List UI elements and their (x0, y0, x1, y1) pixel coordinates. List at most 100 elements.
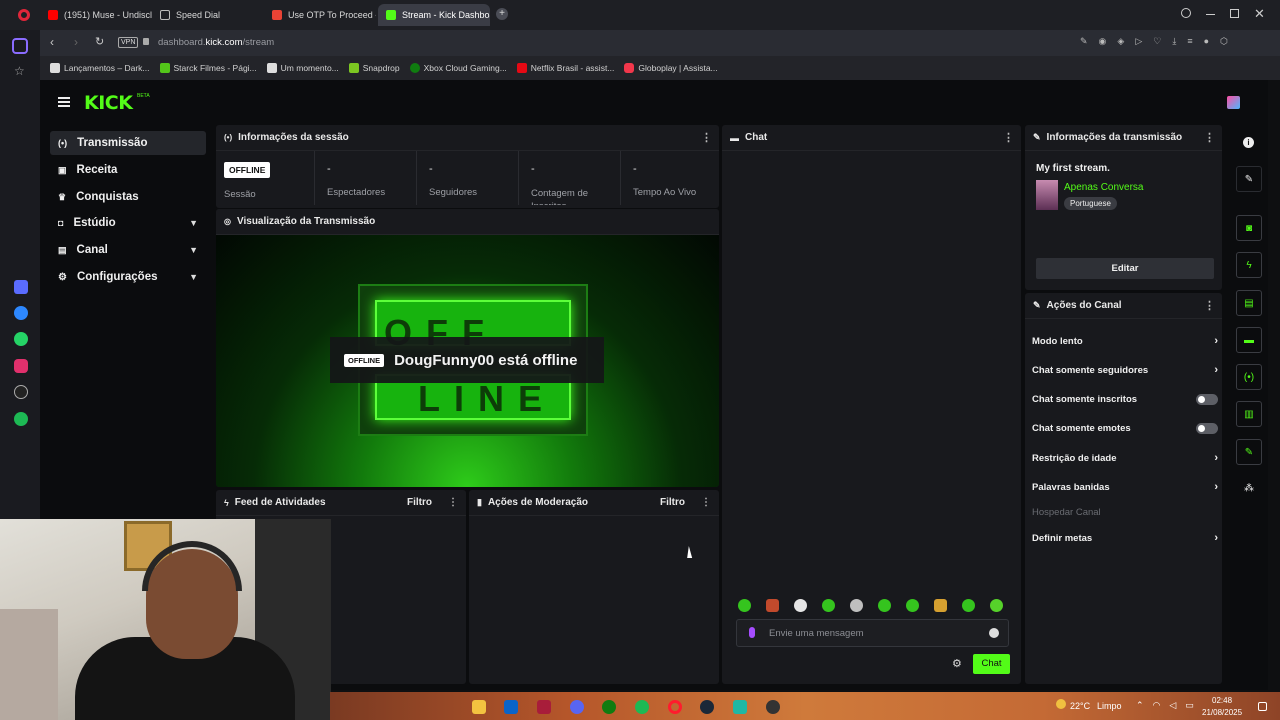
action-modo-lento[interactable]: Modo lento › (1032, 335, 1218, 347)
tab-gmail[interactable]: Use OTP To Proceed - do (264, 4, 376, 26)
layout-button[interactable]: ▥ (1236, 401, 1262, 427)
chat-button[interactable]: ▬ (1236, 327, 1262, 353)
toggle-switch[interactable] (1196, 394, 1218, 405)
action-definir-metas[interactable]: Definir metas › (1032, 532, 1218, 544)
nav-conquistas[interactable]: ♛ Conquistas (50, 185, 206, 209)
url-field[interactable]: dashboard.kick.com/stream (158, 37, 274, 48)
spotify-icon[interactable] (14, 412, 28, 426)
emote-icon[interactable] (738, 599, 751, 612)
edit-button[interactable]: Editar (1036, 258, 1214, 279)
heart-icon[interactable]: ♡ (1153, 36, 1161, 47)
emote-icon[interactable] (962, 599, 975, 612)
emote-icon[interactable] (906, 599, 919, 612)
edit-icon[interactable]: ✎ (1080, 36, 1088, 47)
bookmark-item[interactable]: Globoplay | Assista... (624, 63, 718, 73)
action-palavras-banidas[interactable]: Palavras banidas › (1032, 481, 1218, 493)
category-link[interactable]: Apenas Conversa (1064, 182, 1144, 193)
chat-input[interactable]: Envie uma mensagem (736, 619, 1009, 647)
notes-button[interactable]: ▤ (1236, 290, 1262, 316)
file-explorer-icon[interactable] (472, 700, 486, 714)
user-avatar[interactable] (1227, 96, 1240, 109)
opera-logo-icon[interactable] (18, 9, 30, 21)
volume-icon[interactable]: ◁ (1169, 700, 1176, 711)
tab-youtube[interactable]: (1951) Muse - Undisclosed (40, 4, 152, 26)
maximize-button[interactable] (1230, 9, 1239, 18)
emote-icon[interactable] (850, 599, 863, 612)
new-tab-button[interactable]: + (496, 8, 508, 20)
tools-button[interactable]: ✎ (1236, 439, 1262, 465)
reload-icon[interactable]: ↻ (95, 35, 104, 48)
emote-icon[interactable] (794, 599, 807, 612)
info-icon[interactable]: i (1243, 137, 1254, 148)
emote-icon[interactable] (990, 599, 1003, 612)
action-chat-somente-seguidores[interactable]: Chat somente seguidores › (1032, 364, 1218, 376)
bookmark-item[interactable]: Xbox Cloud Gaming... (409, 63, 507, 73)
outlook-icon[interactable] (504, 700, 518, 714)
star-icon[interactable]: ☆ (14, 64, 25, 78)
more-tools-icon[interactable]: ⁂ (1244, 483, 1254, 494)
play-icon[interactable]: ▷ (1135, 36, 1142, 47)
download-icon[interactable]: ⤓ (1172, 36, 1176, 47)
extensions-icon[interactable]: ⬡ (1220, 36, 1228, 47)
more-options-icon[interactable]: ⋮ (1204, 131, 1215, 144)
battery-icon[interactable]: ▭ (1185, 700, 1194, 711)
xbox-icon[interactable] (602, 700, 616, 714)
more-options-icon[interactable]: ⋮ (701, 131, 712, 144)
kick-logo[interactable]: KICK (84, 92, 133, 114)
deezer-icon[interactable] (537, 700, 551, 714)
camera-icon[interactable]: ◉ (1099, 36, 1107, 47)
tiktok-icon[interactable] (14, 385, 28, 399)
bookmark-item[interactable]: Netflix Brasil - assist... (516, 63, 614, 73)
filter-button[interactable]: Filtro (407, 497, 432, 508)
back-icon[interactable]: ‹ (50, 35, 54, 49)
filter-button[interactable]: Filtro (660, 497, 685, 508)
broadcast-button[interactable]: (•) (1236, 364, 1262, 390)
app-icon[interactable] (766, 700, 780, 714)
more-options-icon[interactable]: ⋮ (1003, 131, 1014, 144)
emote-icon[interactable] (878, 599, 891, 612)
forward-icon[interactable]: › (74, 35, 78, 49)
spotify-icon[interactable] (635, 700, 649, 714)
toggle-switch[interactable] (1196, 423, 1218, 434)
bookmark-item[interactable]: Um momento... (266, 63, 339, 73)
emote-icon[interactable] (934, 599, 947, 612)
notifications-icon[interactable] (1258, 702, 1267, 711)
search-tabs-icon[interactable] (1181, 8, 1191, 18)
chat-send-button[interactable]: Chat (973, 654, 1010, 674)
home-icon[interactable] (12, 38, 28, 54)
tab-kick-dashboard[interactable]: Stream - Kick Dashboard (378, 4, 490, 26)
more-options-icon[interactable]: ⋮ (701, 497, 711, 508)
wifi-icon[interactable]: ◠ (1153, 700, 1161, 711)
instagram-icon[interactable] (14, 359, 28, 373)
emote-icon[interactable] (766, 599, 779, 612)
emote-icon[interactable] (822, 599, 835, 612)
clock-time[interactable]: 02:48 (1212, 696, 1232, 705)
steam-icon[interactable] (700, 700, 714, 714)
nav-configuracoes[interactable]: ⚙ Configurações ▼ (50, 265, 206, 289)
menu-icon[interactable]: ≡ (1187, 36, 1192, 47)
bookmark-item[interactable]: Lançamentos – Dark... (50, 63, 150, 73)
tab-speed-dial[interactable]: Speed Dial (152, 4, 264, 26)
lightning-button[interactable]: ϟ (1236, 252, 1262, 278)
clock-date[interactable]: 21/08/2025 (1202, 708, 1242, 717)
hamburger-menu-icon[interactable] (58, 97, 70, 107)
action-restricao-de-idade[interactable]: Restrição de idade › (1032, 452, 1218, 464)
emoji-icon[interactable] (989, 628, 999, 638)
profile-icon[interactable]: ● (1204, 36, 1209, 47)
opera-icon[interactable] (668, 700, 682, 714)
nav-receita[interactable]: ▣ Receita (50, 158, 206, 182)
close-window-button[interactable]: ✕ (1254, 6, 1265, 22)
nav-transmissao[interactable]: (•) Transmissão (50, 131, 206, 155)
clip-button[interactable]: ◙ (1236, 215, 1262, 241)
whatsapp-icon[interactable] (14, 332, 28, 346)
more-options-icon[interactable]: ⋮ (1204, 299, 1215, 312)
discord-icon[interactable] (570, 700, 584, 714)
minimize-button[interactable] (1206, 14, 1215, 15)
bookmark-item[interactable]: Starck Filmes - Pági... (159, 63, 257, 73)
edit-stream-button[interactable]: ✎ (1236, 166, 1262, 192)
chat-settings-icon[interactable]: ⚙ (952, 657, 962, 670)
chevron-up-icon[interactable]: ⌃ (1136, 700, 1144, 711)
shield-icon[interactable]: ◈ (1117, 36, 1124, 47)
aria-icon[interactable] (14, 280, 28, 294)
nav-canal[interactable]: ▤ Canal ▼ (50, 238, 206, 262)
